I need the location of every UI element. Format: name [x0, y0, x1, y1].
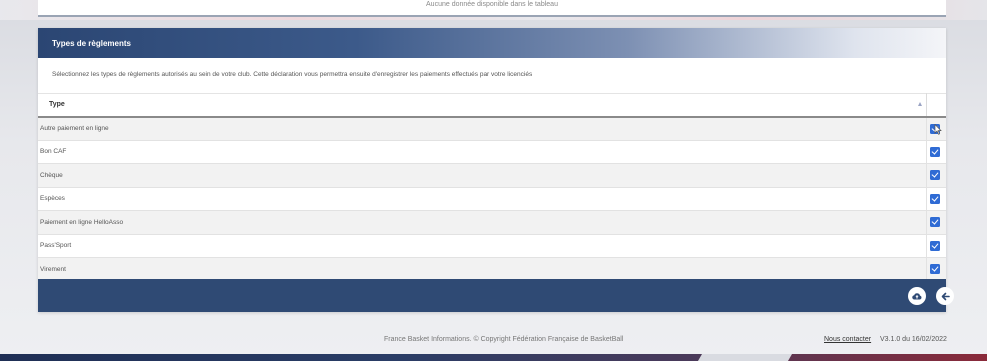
row-label: Espèces	[38, 187, 927, 211]
card-title: Types de règlements	[52, 38, 131, 48]
sort-ascending-icon	[917, 102, 922, 106]
checkbox-cell	[926, 257, 946, 282]
table-row: Autre paiement en ligne	[38, 116, 946, 141]
checkbox-cheque[interactable]	[929, 170, 940, 181]
table-row: Paiement en ligne HelloAsso	[38, 210, 946, 235]
card-action-bar	[38, 279, 954, 312]
type-column-header[interactable]: Type	[38, 93, 927, 118]
card-header: Types de règlements	[38, 28, 946, 58]
mouse-pointer-icon	[934, 124, 942, 135]
checkbox-especes[interactable]	[929, 193, 940, 204]
row-label: Bon CAF	[38, 140, 927, 164]
checkbox-pass-sport[interactable]	[929, 240, 940, 251]
page-footer: France Basket Informations. © Copyright …	[0, 334, 987, 348]
version-text: V3.1.0 du 16/02/2022	[880, 336, 947, 343]
checkbox-cell	[926, 187, 946, 211]
row-label: Autre paiement en ligne	[38, 116, 927, 141]
save-button[interactable]	[908, 287, 926, 305]
checkbox-cell	[926, 210, 946, 235]
table-row: Virement	[38, 257, 946, 282]
checkbox-cell	[926, 140, 946, 164]
row-label: Virement	[38, 257, 927, 282]
empty-table-message: Aucune donnée disponible dans le tableau	[426, 1, 558, 8]
checkbox-cell	[926, 163, 946, 188]
payment-types-card: Types de règlements Sélectionnez les typ…	[38, 28, 954, 312]
payment-types-table: Type Autre paiement en ligne Bon CAF Chè…	[38, 93, 946, 282]
type-column-label: Type	[49, 101, 65, 109]
copyright-text: France Basket Informations. © Copyright …	[384, 336, 624, 343]
table-row: Chèque	[38, 163, 946, 188]
table-row: Pass'Sport	[38, 234, 946, 258]
row-label: Chèque	[38, 163, 927, 188]
card-description: Sélectionnez les types de règlements aut…	[52, 71, 533, 78]
checkbox-bon-caf[interactable]	[929, 146, 940, 157]
row-label: Paiement en ligne HelloAsso	[38, 210, 927, 235]
checkbox-virement[interactable]	[929, 264, 940, 275]
table-header-row: Type	[38, 93, 946, 118]
arrow-left-icon	[941, 292, 950, 300]
cloud-upload-icon	[912, 293, 922, 300]
checkbox-helloasso[interactable]	[929, 217, 940, 228]
row-label: Pass'Sport	[38, 234, 927, 258]
previous-table-card: Aucune donnée disponible dans le tableau	[38, 0, 946, 17]
bottom-decorative-band	[0, 354, 987, 361]
table-row: Bon CAF	[38, 140, 946, 164]
check-column-header	[926, 93, 946, 118]
checkbox-cell	[926, 234, 946, 258]
contact-link[interactable]: Nous contacter	[824, 336, 871, 343]
table-row: Espèces	[38, 187, 946, 211]
back-button[interactable]	[936, 287, 954, 305]
